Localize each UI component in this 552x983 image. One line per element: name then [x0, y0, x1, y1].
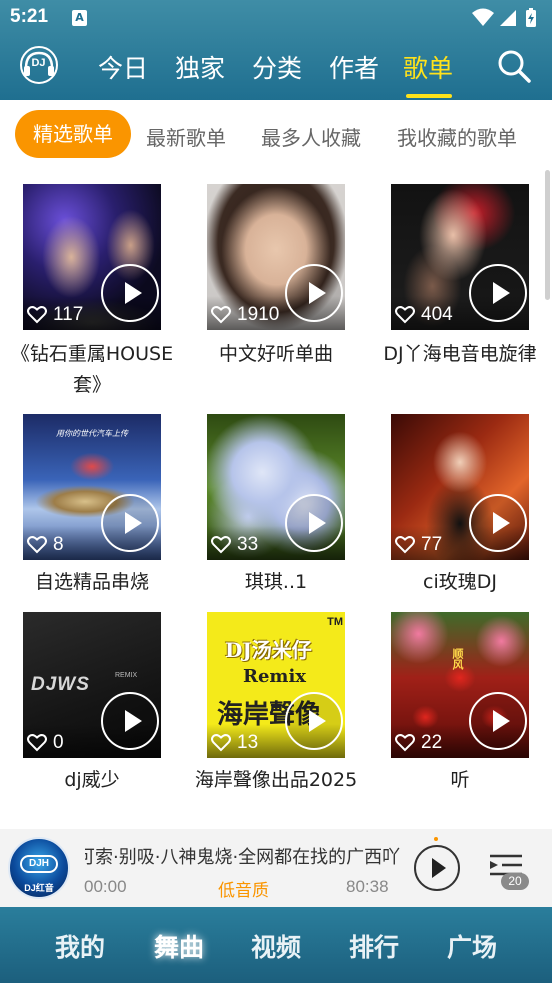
nav-active-indicator: [406, 94, 452, 98]
like-count: 404: [395, 302, 453, 328]
playlist-title: dj威少: [64, 769, 120, 791]
duration: 80:38: [346, 877, 389, 896]
play-pause-button[interactable]: [414, 845, 460, 891]
heart-icon: [27, 734, 47, 752]
playlist-cover: 用你的世代汽车上传 8: [23, 414, 161, 560]
heart-icon: [395, 734, 415, 752]
logo-text: DJ: [31, 57, 46, 69]
play-button[interactable]: [469, 692, 527, 750]
playlist-cover: 33: [207, 414, 345, 560]
cover-logo: DJH: [20, 855, 58, 873]
like-count: 117: [27, 302, 83, 328]
cover-banner-text: 用你的世代汽车上传: [56, 429, 128, 438]
like-count: 0: [27, 730, 64, 756]
dj-logo[interactable]: DJ: [20, 46, 58, 84]
playlist-cover: 404: [391, 184, 529, 330]
quality-toggle[interactable]: 低音质: [218, 876, 269, 901]
mini-player[interactable]: DJH DJ红音 可索·别吸·八神鬼烧·全网都在找的广西吖 00:00 低音质 …: [0, 829, 552, 907]
nav-tab-exclusive[interactable]: 独家: [175, 49, 225, 85]
playlist-title: 琪琪..1: [244, 571, 308, 593]
subtab-my-saved[interactable]: 我收藏的歌单: [397, 122, 517, 151]
nav-tab-author[interactable]: 作者: [329, 49, 379, 85]
progress-dot: [434, 837, 438, 841]
like-count: 1910: [211, 302, 279, 328]
bottom-tab-video[interactable]: 视频: [236, 928, 316, 964]
cover-lantern-text: 顺风: [451, 648, 464, 670]
playlist-cover: 1910: [207, 184, 345, 330]
nav-tab-playlist[interactable]: 歌单: [403, 49, 453, 85]
like-count: 33: [211, 532, 258, 558]
playlist-title: 海岸聲像出品2025: [194, 769, 358, 791]
playlist-title: ci玫瑰DJ: [423, 571, 497, 593]
playlist-cover: DJWS REMIX 0: [23, 612, 161, 758]
bottom-tab-mine[interactable]: 我的: [40, 928, 120, 964]
notification-icon: A: [72, 10, 87, 26]
status-bar: 5:21 A: [0, 0, 552, 36]
heart-icon: [27, 306, 47, 324]
nav-tab-category[interactable]: 分类: [252, 49, 302, 85]
cover-remix-text: REMIX: [115, 672, 138, 679]
like-count: 13: [211, 730, 258, 756]
subtab-featured[interactable]: 精选歌单: [15, 110, 131, 158]
play-button[interactable]: [285, 264, 343, 322]
playlist-title: 《钻石重属HOUSE套》: [10, 343, 174, 396]
heart-icon: [395, 536, 415, 554]
subtab-most-saved[interactable]: 最多人收藏: [261, 122, 361, 151]
like-count: 77: [395, 532, 442, 558]
playlist-subtabs: 精选歌单 最新歌单 最多人收藏 我收藏的歌单: [0, 100, 552, 166]
play-button[interactable]: [101, 264, 159, 322]
bottom-tab-bar: 我的 舞曲 视频 排行 广场: [0, 907, 552, 983]
signal-icon: [500, 10, 516, 26]
queue-count-badge: 20: [501, 873, 529, 890]
nav-tab-today[interactable]: 今日: [98, 49, 148, 85]
playlist-title: 听: [450, 769, 470, 791]
like-count: 8: [27, 532, 64, 558]
play-button[interactable]: [285, 494, 343, 552]
playlist-title: DJ丫海电音电旋律: [383, 343, 537, 365]
cover-djws-text: DJWS: [31, 674, 90, 695]
playlist-cover: 117: [23, 184, 161, 330]
playlist-title: 自选精品串烧: [34, 571, 149, 593]
playlist-cover: TM DJ汤米仔 Remix 海岸聲像 13: [207, 612, 345, 758]
cover-sub: DJ红音: [24, 883, 54, 893]
play-button[interactable]: [469, 494, 527, 552]
play-button[interactable]: [101, 692, 159, 750]
now-playing-cover[interactable]: DJH DJ红音: [8, 837, 70, 899]
status-icons: [472, 8, 536, 27]
heart-icon: [27, 536, 47, 554]
bottom-tab-dance[interactable]: 舞曲: [139, 928, 219, 964]
heart-icon: [211, 536, 231, 554]
search-icon[interactable]: [496, 48, 532, 84]
playlist-cover: 77: [391, 414, 529, 560]
cover-dj-name: DJ汤米仔: [225, 638, 312, 662]
heart-icon: [211, 734, 231, 752]
heart-icon: [211, 306, 231, 324]
play-button[interactable]: [469, 264, 527, 322]
playlist-title: 中文好听单曲: [218, 343, 333, 365]
like-count: 22: [395, 730, 442, 756]
current-time: 00:00: [84, 877, 127, 896]
subtab-latest[interactable]: 最新歌单: [146, 122, 226, 151]
scrollbar[interactable]: [545, 170, 550, 300]
bottom-tab-square[interactable]: 广场: [432, 928, 512, 964]
top-nav: DJ 今日 独家 分类 作者 歌单: [0, 36, 552, 100]
app-header: 5:21 A DJ 今日 独家 分类 作者 歌单: [0, 0, 552, 100]
now-playing-title: 可索·别吸·八神鬼烧·全网都在找的广西吖: [85, 847, 400, 868]
cover-tm-text: TM: [327, 616, 343, 628]
status-time: 5:21: [10, 6, 49, 27]
wifi-icon: [472, 8, 494, 26]
heart-icon: [395, 306, 415, 324]
playlist-cover: 顺风 22: [391, 612, 529, 758]
bottom-tab-ranking[interactable]: 排行: [334, 928, 414, 964]
play-button[interactable]: [285, 692, 343, 750]
cover-remix-label: Remix: [243, 666, 307, 687]
play-button[interactable]: [101, 494, 159, 552]
